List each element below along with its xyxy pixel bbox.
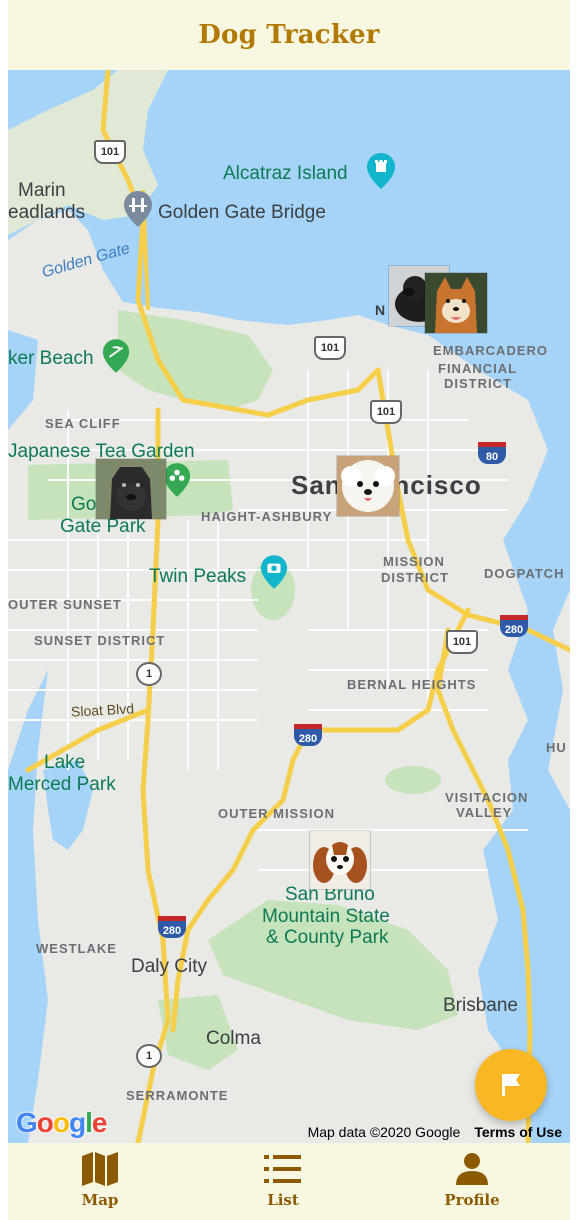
map-label-serramonte: SERRAMONTE: [126, 1088, 229, 1103]
map-label-colma: Colma: [206, 1028, 261, 1049]
bottom-tab-bar: Map List Profile: [8, 1143, 570, 1220]
us101-shield: 101: [314, 336, 346, 360]
bridge-pin-icon[interactable]: [123, 190, 153, 228]
map-label-visitacion-valley: VALLEY: [456, 805, 513, 820]
map-label-mission: MISSION: [383, 554, 445, 569]
i280-shield: 280: [294, 724, 322, 746]
dog-marker-bichon-frise[interactable]: [336, 455, 400, 517]
app-title: Dog Tracker: [198, 20, 380, 50]
map-label-dogpatch: DOGPATCH: [484, 566, 565, 581]
map-label-sloat-blvd: Sloat Blvd: [70, 700, 135, 720]
ca1-shield: 1: [136, 662, 162, 686]
map-label-headlands: eadlands: [8, 202, 86, 223]
camera-pin-icon[interactable]: [260, 554, 288, 590]
map-label-golden-gate-park-1: Go: [71, 494, 97, 515]
map-label-haight-ashbury: HAIGHT-ASHBURY: [201, 509, 333, 524]
dog-marker-cane-corso[interactable]: [95, 458, 167, 520]
beach-pin-icon[interactable]: [102, 338, 130, 374]
map-label-sunset-district: SUNSET DISTRICT: [34, 633, 166, 648]
report-flag-button[interactable]: [475, 1049, 547, 1121]
us101-shield: 101: [370, 400, 402, 424]
i280-shield: 280: [500, 615, 528, 637]
map-label-alcatraz: Alcatraz Island: [223, 163, 348, 184]
map-label-san-bruno-2: Mountain State: [262, 906, 390, 927]
map-label-lake-merced-1: Lake: [44, 752, 86, 773]
map-label-n: N: [375, 302, 386, 318]
map-label-visitacion: VISITACION: [445, 790, 529, 805]
map-label-brisbane: Brisbane: [443, 995, 518, 1016]
terms-of-use-link[interactable]: Terms of Use: [474, 1124, 562, 1140]
garden-pin-icon[interactable]: [163, 462, 191, 498]
map-label-golden-gate-bridge: Golden Gate Bridge: [158, 202, 326, 223]
monument-pin-icon[interactable]: [366, 152, 396, 190]
tab-list[interactable]: List: [223, 1143, 343, 1220]
map-label-hu: HU: [546, 740, 567, 755]
i280-shield: 280: [158, 916, 186, 938]
map-label-bernal-heights: BERNAL HEIGHTS: [347, 677, 477, 692]
map-label-san-bruno-3: & County Park: [266, 927, 389, 948]
map-data-text: Map data ©2020 Google: [307, 1124, 461, 1140]
tab-list-label: List: [267, 1191, 299, 1209]
map-label-mission-district: DISTRICT: [381, 570, 449, 585]
person-icon: [456, 1153, 488, 1185]
us101-shield: 101: [446, 630, 478, 654]
map-label-twin-peaks: Twin Peaks: [149, 566, 247, 587]
map-attribution: Map data ©2020 Google Terms of Use: [308, 1124, 562, 1140]
map-icon: [82, 1152, 118, 1186]
tab-map[interactable]: Map: [40, 1143, 160, 1220]
map-label-financial: FINANCIAL: [438, 361, 518, 376]
dog-marker-cavalier-king-charles[interactable]: [309, 830, 371, 890]
tab-profile[interactable]: Profile: [412, 1143, 532, 1220]
map-label-financial-district: DISTRICT: [444, 376, 512, 391]
app-header: Dog Tracker: [8, 0, 570, 70]
tab-profile-label: Profile: [444, 1191, 500, 1209]
dog-marker-shiba-inu[interactable]: [424, 272, 488, 334]
i80-shield: 80: [478, 442, 506, 464]
map-label-marin: Marin: [18, 180, 66, 201]
list-icon: [264, 1155, 301, 1183]
map-label-lake-merced-2: Merced Park: [8, 774, 116, 795]
flag-icon: [502, 1074, 520, 1096]
google-logo: Google: [16, 1107, 107, 1138]
map-view[interactable]: Alcatraz Island Marin eadlands Golden Ga…: [8, 70, 570, 1143]
us101-shield: 101: [94, 140, 126, 164]
tab-map-label: Map: [81, 1191, 119, 1209]
map-label-daly-city: Daly City: [131, 956, 208, 977]
map-label-beach: ker Beach: [8, 348, 94, 369]
map-label-outer-mission: OUTER MISSION: [218, 806, 336, 821]
map-label-embarcadero: EMBARCADERO: [433, 343, 548, 358]
ca1-shield: 1: [136, 1044, 162, 1068]
map-label-westlake: WESTLAKE: [36, 941, 117, 956]
map-label-sea-cliff: SEA CLIFF: [45, 416, 121, 431]
app-frame: Dog Tracker Alcatraz Island Marin eadlan…: [8, 0, 570, 1220]
map-label-outer-sunset: OUTER SUNSET: [8, 597, 122, 612]
